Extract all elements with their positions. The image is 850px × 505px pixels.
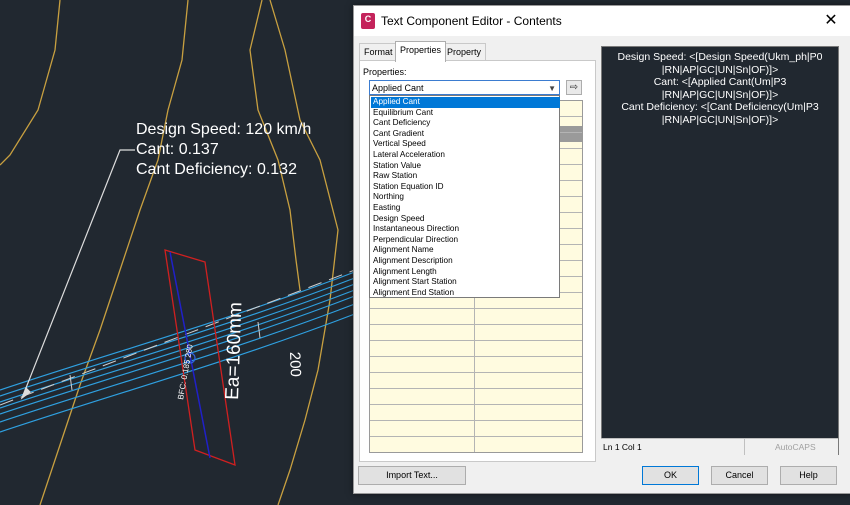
dropdown-option-alignment-description[interactable]: Alignment Description bbox=[371, 256, 560, 267]
editor-status-bar: Ln 1 Col 1 AutoCAPS bbox=[601, 438, 838, 455]
contour-lines bbox=[0, 0, 339, 505]
grid-row[interactable] bbox=[370, 341, 582, 357]
station-label: 200 bbox=[286, 352, 304, 378]
dropdown-option-vertical-speed[interactable]: Vertical Speed bbox=[371, 139, 560, 150]
properties-dropdown-list[interactable]: Applied Cant Equilibrium Cant Cant Defic… bbox=[369, 95, 560, 298]
preview-line: Cant Deficiency: <[Cant Deficiency(Um|P3 bbox=[621, 101, 819, 113]
dropdown-option-applied-cant[interactable]: Applied Cant bbox=[371, 97, 560, 108]
ea-label: Ea=160mm bbox=[222, 302, 246, 400]
tab-format[interactable]: Format bbox=[359, 43, 398, 61]
grid-row[interactable] bbox=[370, 309, 582, 325]
dropdown-option-alignment-end-station[interactable]: Alignment End Station bbox=[371, 288, 560, 299]
dropdown-option-easting[interactable]: Easting bbox=[371, 203, 560, 214]
ok-button[interactable]: OK bbox=[642, 466, 699, 485]
dropdown-option-lateral-acceleration[interactable]: Lateral Acceleration bbox=[371, 150, 560, 161]
close-icon[interactable]: ✕ bbox=[821, 11, 841, 31]
bfc-label: BFC: 0.185 280 bbox=[176, 343, 195, 400]
text-component-editor-dialog: C Text Component Editor - Contents ✕ For… bbox=[353, 5, 850, 494]
preview-line: |RN|AP|GC|UN|Sn|OF)]> bbox=[661, 113, 779, 126]
dropdown-option-cant-gradient[interactable]: Cant Gradient bbox=[371, 129, 560, 140]
grid-row[interactable] bbox=[370, 325, 582, 341]
dropdown-option-instantaneous-direction[interactable]: Instantaneous Direction bbox=[371, 224, 560, 235]
preview-line: Cant: <[Applied Cant(Um|P3 bbox=[653, 76, 787, 88]
civil3d-app-icon: C bbox=[361, 13, 375, 29]
preview-line: Design Speed: <[Design Speed(Ukm_ph|P0 bbox=[617, 51, 823, 63]
grid-row[interactable] bbox=[370, 405, 582, 421]
design-speed-annotation: Design Speed: 120 km/h bbox=[136, 121, 312, 138]
dropdown-option-station-equation-id[interactable]: Station Equation ID bbox=[371, 182, 560, 193]
grid-row[interactable] bbox=[370, 357, 582, 373]
dropdown-option-design-speed[interactable]: Design Speed bbox=[371, 214, 560, 225]
insert-property-button[interactable]: ⇨ bbox=[566, 80, 582, 95]
grid-row[interactable] bbox=[370, 421, 582, 437]
cant-deficiency-annotation: Cant Deficiency: 0.132 bbox=[136, 161, 297, 178]
properties-combobox[interactable]: Applied Cant ▼ bbox=[369, 80, 560, 95]
preview-content[interactable]: Design Speed: <[Design Speed(Ukm_ph|P0 |… bbox=[602, 51, 838, 126]
preview-line: |RN|AP|GC|UN|Sn|OF)]> bbox=[661, 63, 779, 76]
import-text-button[interactable]: Import Text... bbox=[358, 466, 466, 485]
dropdown-option-alignment-name[interactable]: Alignment Name bbox=[371, 245, 560, 256]
dropdown-option-alignment-start-station[interactable]: Alignment Start Station bbox=[371, 277, 560, 288]
properties-label: Properties: bbox=[363, 67, 407, 77]
chevron-down-icon[interactable]: ▼ bbox=[548, 81, 556, 96]
dropdown-option-cant-deficiency[interactable]: Cant Deficiency bbox=[371, 118, 560, 129]
dropdown-option-station-value[interactable]: Station Value bbox=[371, 161, 560, 172]
dropdown-option-raw-station[interactable]: Raw Station bbox=[371, 171, 560, 182]
dropdown-option-perpendicular-direction[interactable]: Perpendicular Direction bbox=[371, 235, 560, 246]
dropdown-option-equilibrium-cant[interactable]: Equilibrium Cant bbox=[371, 108, 560, 119]
cancel-button[interactable]: Cancel bbox=[711, 466, 768, 485]
dropdown-option-northing[interactable]: Northing bbox=[371, 192, 560, 203]
dialog-title: Text Component Editor - Contents bbox=[381, 14, 562, 28]
status-app-name: AutoCAPS bbox=[775, 442, 816, 452]
text-preview-editor[interactable]: Design Speed: <[Design Speed(Ukm_ph|P0 |… bbox=[601, 46, 839, 455]
grid-row[interactable] bbox=[370, 373, 582, 389]
preview-line: |RN|AP|GC|UN|Sn|OF)]> bbox=[661, 88, 779, 101]
dropdown-option-alignment-length[interactable]: Alignment Length bbox=[371, 267, 560, 278]
cant-annotation: Cant: 0.137 bbox=[136, 141, 219, 158]
status-divider bbox=[744, 439, 745, 455]
help-button[interactable]: Help bbox=[780, 466, 837, 485]
grid-row[interactable] bbox=[370, 389, 582, 405]
cursor-position: Ln 1 Col 1 bbox=[603, 442, 642, 452]
title-bar[interactable]: C Text Component Editor - Contents ✕ bbox=[354, 6, 850, 36]
tab-property-sets[interactable]: Property Sets bbox=[442, 43, 487, 74]
right-arrow-icon: ⇨ bbox=[569, 82, 579, 93]
tab-properties[interactable]: Properties bbox=[395, 41, 447, 62]
properties-combobox-value: Applied Cant bbox=[372, 83, 424, 93]
